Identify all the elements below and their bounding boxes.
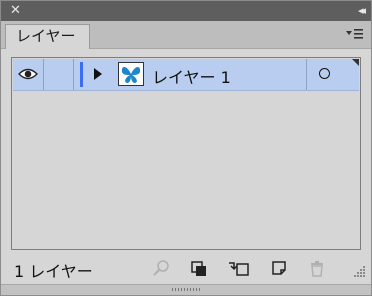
- column-divider: [306, 59, 307, 90]
- eye-icon[interactable]: [18, 67, 38, 81]
- column-divider: [73, 59, 74, 90]
- panel-bottom-bar: [1, 284, 371, 295]
- tab-strip: レイヤー: [1, 21, 371, 49]
- close-icon[interactable]: ✕: [10, 2, 21, 20]
- drag-handle[interactable]: [172, 288, 202, 291]
- layer-row[interactable]: レイヤー 1: [13, 59, 359, 91]
- layer-count: 1 レイヤー: [14, 262, 93, 281]
- column-divider: [43, 59, 44, 90]
- clipping-mask-icon[interactable]: [190, 259, 208, 277]
- new-layer-icon[interactable]: [270, 259, 288, 277]
- resize-grip-icon[interactable]: [354, 265, 366, 277]
- trash-icon[interactable]: [308, 259, 326, 277]
- panel-menu-icon[interactable]: [345, 26, 363, 42]
- layers-panel: ✕ ◂◂ レイヤー レイヤー 1 1 レイヤー: [0, 0, 372, 296]
- layer-color-indicator: [80, 62, 83, 87]
- layers-list: レイヤー 1: [11, 57, 361, 250]
- tab-label: レイヤー: [16, 27, 76, 45]
- tab-layers[interactable]: レイヤー: [5, 24, 90, 49]
- search-icon[interactable]: [152, 259, 170, 277]
- target-circle-icon[interactable]: [319, 68, 330, 79]
- panel-titlebar: ✕ ◂◂: [1, 1, 371, 21]
- collapse-panel-icon[interactable]: ◂◂: [358, 2, 366, 20]
- layer-thumbnail: [118, 62, 144, 86]
- expand-triangle-icon[interactable]: [94, 68, 102, 80]
- selection-corner-icon: [352, 59, 359, 66]
- new-sublayer-icon[interactable]: [228, 259, 250, 277]
- butterfly-icon: [121, 66, 141, 83]
- layer-name[interactable]: レイヤー 1: [152, 64, 231, 88]
